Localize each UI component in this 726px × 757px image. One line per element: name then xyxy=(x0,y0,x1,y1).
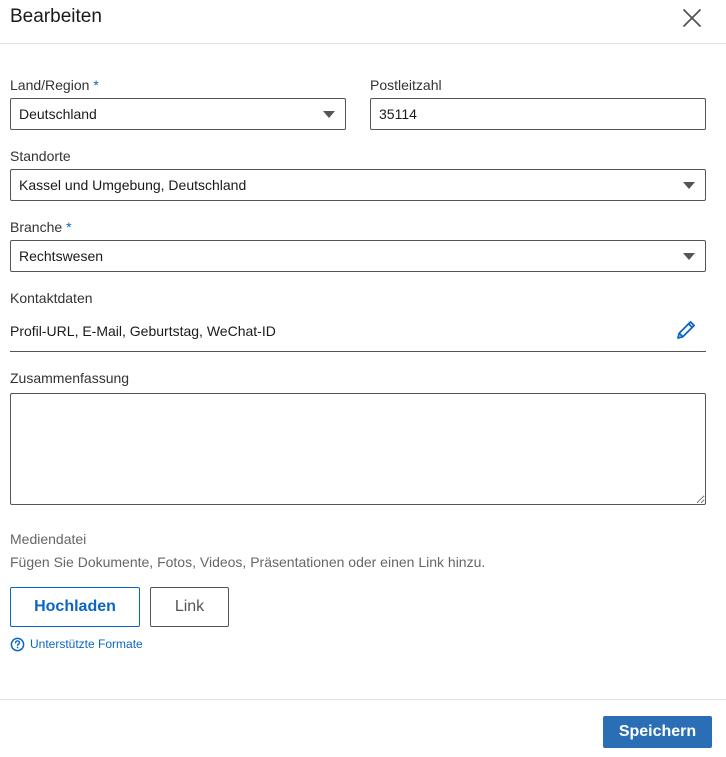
modal-title: Bearbeiten xyxy=(10,6,102,27)
question-circle-icon xyxy=(10,637,25,651)
postal-label: Postleitzahl xyxy=(370,77,442,93)
country-label: Land/Region * xyxy=(10,77,99,93)
required-mark: * xyxy=(66,219,72,235)
country-select-value: Deutschland xyxy=(19,106,97,122)
industry-label: Branche * xyxy=(10,219,72,235)
chevron-down-icon xyxy=(683,182,695,189)
close-icon xyxy=(683,9,701,27)
media-title: Mediendatei xyxy=(10,531,87,547)
industry-select[interactable]: Rechtswesen xyxy=(10,240,706,272)
chevron-down-icon xyxy=(323,111,335,118)
close-button[interactable] xyxy=(678,4,706,32)
edit-modal: Bearbeiten Land/Region * Deutschland Post… xyxy=(0,0,726,757)
supported-formats-link[interactable]: Unterstützte Formate xyxy=(10,635,143,653)
media-description: Fügen Sie Dokumente, Fotos, Videos, Präs… xyxy=(10,554,486,570)
country-select[interactable]: Deutschland xyxy=(10,98,346,130)
contact-summary: Profil-URL, E-Mail, Geburtstag, WeChat-I… xyxy=(10,323,276,339)
summary-label: Zusammenfassung xyxy=(10,370,130,386)
save-button[interactable]: Speichern xyxy=(603,716,712,748)
contact-row: Profil-URL, E-Mail, Geburtstag, WeChat-I… xyxy=(10,312,706,352)
edit-contact-button[interactable] xyxy=(674,318,698,342)
locations-label: Standorte xyxy=(10,148,71,164)
pencil-icon xyxy=(677,321,695,339)
required-mark: * xyxy=(93,77,99,93)
footer-divider xyxy=(0,699,726,700)
upload-button[interactable]: Hochladen xyxy=(10,587,140,627)
modal-header: Bearbeiten xyxy=(0,0,726,44)
industry-select-value: Rechtswesen xyxy=(19,248,104,264)
locations-select[interactable]: Kassel und Umgebung, Deutschland xyxy=(10,169,706,201)
supported-formats-label: Unterstützte Formate xyxy=(30,637,143,651)
chevron-down-icon xyxy=(683,253,695,260)
postal-input[interactable] xyxy=(370,98,706,130)
link-button[interactable]: Link xyxy=(150,587,229,627)
summary-textarea[interactable] xyxy=(10,393,706,505)
contact-label: Kontaktdaten xyxy=(10,290,93,306)
locations-select-value: Kassel und Umgebung, Deutschland xyxy=(19,177,247,193)
